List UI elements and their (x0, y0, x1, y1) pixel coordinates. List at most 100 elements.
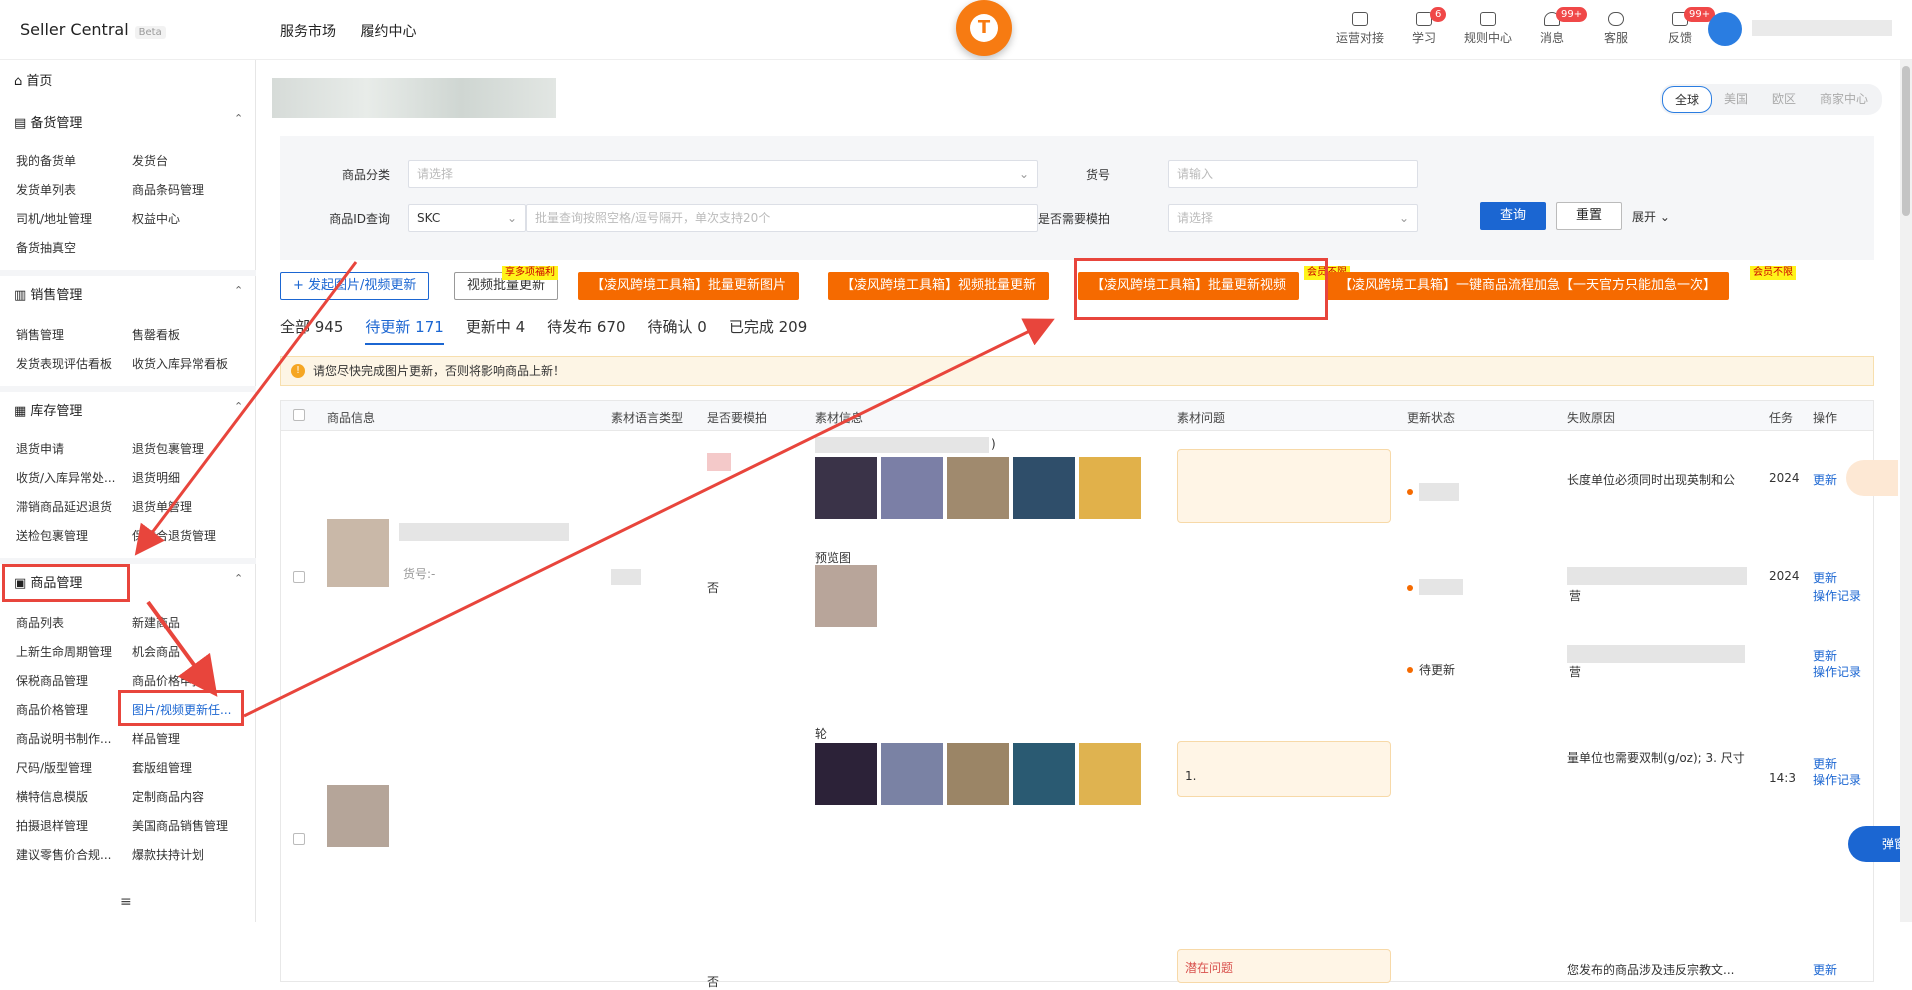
preview-image[interactable] (815, 565, 877, 627)
sidebar-item-home[interactable]: ⌂ 首页 (14, 70, 52, 89)
sidebar-item[interactable]: 退货申请 (16, 440, 64, 457)
top-icon-rules[interactable]: 规则中心 (1456, 12, 1520, 46)
sidebar-item[interactable]: 横特信息模版 (16, 788, 88, 805)
sidebar-item[interactable]: 美国商品销售管理 (132, 817, 228, 834)
sidebar-item[interactable]: 上新生命周期管理 (16, 643, 112, 660)
material-image[interactable] (1013, 457, 1075, 519)
region-merchant[interactable]: 商家中心 (1808, 86, 1880, 113)
sidebar-item[interactable]: 爆款扶持计划 (132, 846, 204, 863)
sidebar-item[interactable]: 拍摄退样管理 (16, 817, 88, 834)
top-icon-service[interactable]: 客服 (1584, 12, 1648, 46)
sidebar-item[interactable]: 定制商品内容 (132, 788, 204, 805)
sidebar-section-inventory[interactable]: ▦ 库存管理 ⌃ (14, 400, 243, 419)
sidebar-section-stock[interactable]: ▤ 备货管理 ⌃ (14, 112, 243, 131)
sidebar-item[interactable]: 滞销商品延迟退货 (16, 498, 112, 515)
id-type-select[interactable]: SKC ⌄ (408, 204, 526, 232)
sidebar-item[interactable]: 新建商品 (132, 614, 180, 631)
tab-all[interactable]: 全部 945 (280, 316, 343, 345)
row-checkbox[interactable] (293, 833, 305, 845)
sidebar-item[interactable]: 商品价格申报 (132, 672, 204, 689)
update-link[interactable]: 更新 (1813, 961, 1837, 978)
sidebar-item[interactable]: 样品管理 (132, 730, 180, 747)
sidebar-item[interactable]: 退货单管理 (132, 498, 192, 515)
sidebar-item[interactable]: 套版组管理 (132, 759, 192, 776)
region-eu[interactable]: 欧区 (1760, 86, 1808, 113)
sidebar-item[interactable]: 发货表现评估看板 (16, 355, 112, 372)
operation-log-link[interactable]: 操作记录 (1813, 663, 1861, 680)
sidebar-item[interactable]: 商品条码管理 (132, 181, 204, 198)
update-link[interactable]: 更新 (1813, 471, 1837, 488)
material-image[interactable] (881, 743, 943, 805)
sidebar-item[interactable]: 权益中心 (132, 210, 180, 227)
tab-completed[interactable]: 已完成 209 (729, 316, 807, 345)
sidebar-item[interactable]: 收货入库异常看板 (132, 355, 228, 372)
top-icon-ops[interactable]: 运营对接 (1328, 12, 1392, 46)
material-image[interactable] (947, 457, 1009, 519)
tool-batch-image-button[interactable]: 【凌风跨境工具箱】批量更新图片 (578, 272, 800, 300)
material-image[interactable] (1013, 743, 1075, 805)
tab-pending-update[interactable]: 待更新 171 (365, 316, 444, 345)
region-global[interactable]: 全球 (1661, 86, 1712, 113)
update-link[interactable]: 更新 (1813, 569, 1837, 586)
material-image[interactable] (881, 457, 943, 519)
tab-updating[interactable]: 更新中 4 (466, 316, 525, 345)
sidebar-item[interactable]: 备货抽真空 (16, 239, 76, 256)
sidebar-item[interactable]: 发货单列表 (16, 181, 76, 198)
id-input[interactable]: 批量查询按照空格/逗号隔开，单次支持20个 (526, 204, 1038, 232)
top-icon-feedback[interactable]: 99+ 反馈 (1648, 7, 1716, 46)
chat-float-button[interactable] (1846, 460, 1898, 496)
tool-speed-up-button[interactable]: 【凌风跨境工具箱】一键商品流程加急【一天官方只能加急一次】 (1326, 272, 1730, 300)
expand-button[interactable]: 展开 ⌄ (1632, 208, 1670, 225)
sidebar-item[interactable]: 收货/入库异常处... (16, 469, 116, 486)
sidebar-item[interactable]: 机会商品 (132, 643, 180, 660)
material-image[interactable] (1079, 457, 1141, 519)
material-image[interactable] (815, 743, 877, 805)
nav-service-market[interactable]: 服务市场 (280, 24, 336, 40)
sidebar-item[interactable]: 售罄看板 (132, 326, 180, 343)
scrollbar-thumb[interactable] (1902, 66, 1910, 216)
sidebar-item[interactable]: 我的备货单 (16, 152, 76, 169)
tab-to-publish[interactable]: 待发布 670 (547, 316, 625, 345)
sku-input[interactable]: 请输入 (1168, 160, 1418, 188)
reset-button[interactable]: 重置 (1556, 202, 1622, 230)
avatar[interactable] (1708, 12, 1742, 46)
sidebar-item[interactable]: 建议零售价合规... (16, 846, 111, 863)
operation-log-link[interactable]: 操作记录 (1813, 771, 1861, 788)
start-update-button[interactable]: + 发起图片/视频更新 (280, 272, 430, 300)
sidebar-item[interactable]: 商品列表 (16, 614, 64, 631)
top-icon-messages[interactable]: 99+ 消息 (1520, 7, 1588, 46)
update-link[interactable]: 更新 (1813, 755, 1837, 772)
model-select[interactable]: 请选择 ⌄ (1168, 204, 1418, 232)
sidebar-item[interactable]: 商品说明书制作... (16, 730, 111, 747)
scrollbar[interactable] (1900, 60, 1912, 922)
sidebar-item[interactable]: 商品价格管理 (16, 701, 88, 718)
toolbox-logo[interactable]: T (956, 0, 1012, 56)
sidebar-item[interactable]: 保质合退货管理 (132, 527, 216, 544)
update-link[interactable]: 更新 (1813, 647, 1837, 664)
nav-fulfillment-center[interactable]: 履约中心 (360, 24, 416, 40)
material-image[interactable] (815, 457, 877, 519)
sidebar-collapse-icon[interactable]: ≡ (120, 894, 132, 910)
sidebar-section-sales[interactable]: ▥ 销售管理 ⌃ (14, 284, 243, 303)
material-image[interactable] (947, 743, 1009, 805)
sidebar-item[interactable]: 销售管理 (16, 326, 64, 343)
sidebar-item[interactable]: 送检包裹管理 (16, 527, 88, 544)
brand[interactable]: Seller Central Beta (20, 20, 166, 39)
sidebar-item[interactable]: 司机/地址管理 (16, 210, 92, 227)
select-all-checkbox[interactable] (293, 409, 305, 421)
category-select[interactable]: 请选择 ⌄ (408, 160, 1038, 188)
sidebar-item[interactable]: 保税商品管理 (16, 672, 88, 689)
sidebar-item[interactable]: 退货明细 (132, 469, 180, 486)
region-us[interactable]: 美国 (1712, 86, 1760, 113)
row-checkbox[interactable] (293, 571, 305, 583)
top-icon-learn[interactable]: 6 学习 (1392, 7, 1456, 46)
operation-log-link[interactable]: 操作记录 (1813, 587, 1861, 604)
sidebar-item[interactable]: 发货台 (132, 152, 168, 169)
material-image[interactable] (1079, 743, 1141, 805)
query-button[interactable]: 查询 (1480, 202, 1546, 230)
username-blurred[interactable] (1752, 20, 1892, 36)
tab-to-confirm[interactable]: 待确认 0 (648, 316, 707, 345)
tool-video-batch-button[interactable]: 【凌风跨境工具箱】视频批量更新 (828, 272, 1050, 300)
sidebar-item[interactable]: 退货包裹管理 (132, 440, 204, 457)
sidebar-item[interactable]: 尺码/版型管理 (16, 759, 92, 776)
